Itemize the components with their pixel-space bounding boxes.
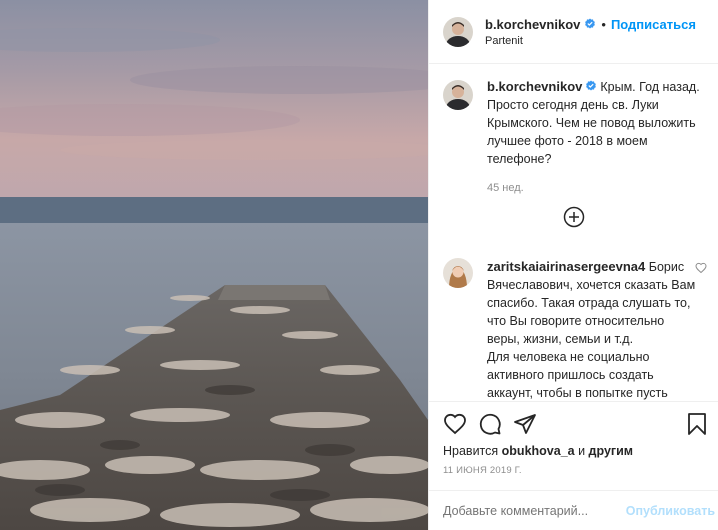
comments-area[interactable]: b.korchevnikov Крым. Год назад. Просто с… bbox=[429, 65, 718, 401]
comment-bubble-icon[interactable] bbox=[478, 412, 502, 436]
publish-button[interactable]: Опубликовать bbox=[626, 504, 715, 518]
bookmark-icon[interactable] bbox=[685, 412, 709, 436]
likes-user[interactable]: obukhova_a bbox=[502, 444, 575, 458]
avatar-photo bbox=[443, 16, 473, 47]
heart-icon[interactable] bbox=[443, 412, 467, 436]
header-text: b.korchevnikov • Подписаться Partenit bbox=[485, 17, 696, 47]
avatar[interactable] bbox=[443, 16, 473, 47]
paper-plane-icon[interactable] bbox=[513, 412, 537, 436]
comment-username[interactable]: zaritskaiairinasergeevna4 bbox=[487, 259, 645, 274]
likes-middle: и bbox=[578, 444, 586, 458]
avatar-photo bbox=[443, 258, 473, 288]
comment-like-heart-icon[interactable] bbox=[695, 262, 707, 274]
post-date[interactable]: 11 ИЮНЯ 2019 Г. bbox=[443, 465, 522, 476]
post-header: b.korchevnikov • Подписаться Partenit bbox=[429, 0, 718, 64]
comment: zaritskaiairinasergeevna4 Борис Вячеслав… bbox=[443, 258, 709, 401]
sea-pier-photo bbox=[0, 0, 428, 530]
likes-line: Нравится obukhova_a и другим bbox=[443, 444, 633, 458]
comment-text-continued: Для человека не социально активного приш… bbox=[487, 350, 668, 400]
caption-body: b.korchevnikov Крым. Год назад. Просто с… bbox=[487, 78, 707, 194]
post-sidebar: b.korchevnikov • Подписаться Partenit b.… bbox=[428, 0, 718, 530]
caption-avatar[interactable] bbox=[443, 80, 473, 110]
verified-badge-icon bbox=[585, 18, 596, 29]
action-icons bbox=[443, 412, 709, 438]
comment-input[interactable] bbox=[443, 504, 633, 518]
location-link[interactable]: Partenit bbox=[485, 35, 696, 47]
comment-body: zaritskaiairinasergeevna4 Борис Вячеслав… bbox=[487, 258, 697, 401]
separator-dot: • bbox=[601, 16, 606, 32]
post-photo[interactable] bbox=[0, 0, 428, 530]
plus-circle-icon[interactable] bbox=[563, 206, 585, 228]
header-line: b.korchevnikov • Подписаться bbox=[485, 17, 696, 32]
comment-avatar[interactable] bbox=[443, 258, 473, 288]
avatar-photo bbox=[443, 80, 473, 110]
caption-text-block: b.korchevnikov Крым. Год назад. Просто с… bbox=[487, 78, 707, 168]
likes-others[interactable]: другим bbox=[589, 444, 634, 458]
add-comment-bar: Опубликовать bbox=[429, 490, 718, 530]
instagram-post: b.korchevnikov • Подписаться Partenit b.… bbox=[0, 0, 718, 530]
verified-badge-icon bbox=[586, 80, 597, 91]
header-username[interactable]: b.korchevnikov bbox=[485, 17, 580, 32]
actions-section: Нравится obukhova_a и другим 11 ИЮНЯ 201… bbox=[429, 401, 718, 530]
caption-time[interactable]: 45 нед. bbox=[487, 182, 707, 194]
caption: b.korchevnikov Крым. Год назад. Просто с… bbox=[443, 78, 709, 194]
likes-prefix: Нравится bbox=[443, 444, 499, 458]
follow-button[interactable]: Подписаться bbox=[611, 17, 696, 32]
caption-username[interactable]: b.korchevnikov bbox=[487, 79, 582, 94]
